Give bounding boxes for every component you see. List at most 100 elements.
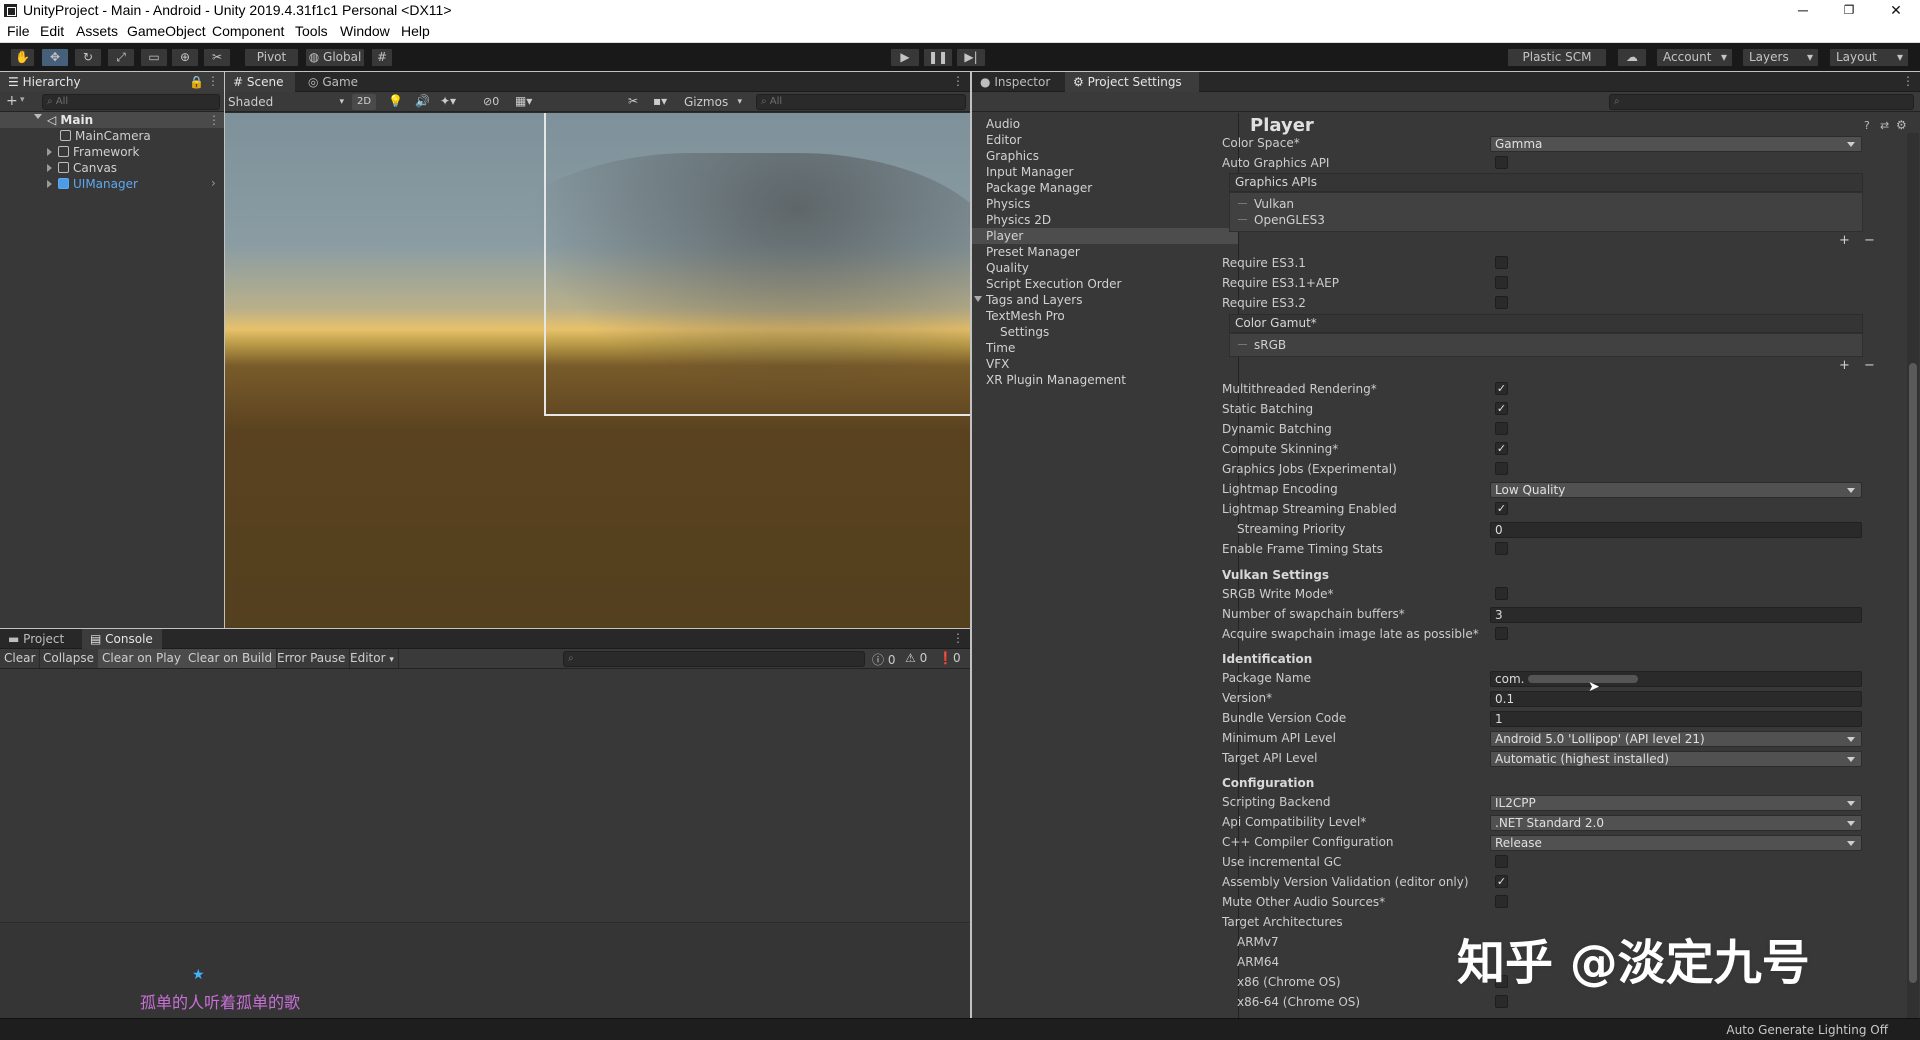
assembly-validation-checkbox[interactable]: ✓ bbox=[1495, 875, 1508, 888]
close-button[interactable]: ✕ bbox=[1873, 0, 1919, 21]
menu-tools[interactable]: Tools bbox=[295, 23, 328, 39]
scrollbar-thumb[interactable] bbox=[1909, 363, 1917, 983]
minimize-button[interactable]: ─ bbox=[1780, 0, 1826, 21]
menu-edit[interactable]: Edit bbox=[40, 23, 64, 39]
hidden-objects-toggle[interactable]: ⊘0 bbox=[483, 95, 499, 108]
expand-arrow-icon[interactable] bbox=[47, 164, 52, 172]
package-name-field[interactable]: com. bbox=[1490, 671, 1862, 687]
cloud-button[interactable]: ☁ bbox=[1617, 48, 1647, 67]
collapse-button[interactable]: Collapse bbox=[39, 649, 99, 668]
settings-search-input[interactable]: ⌕ bbox=[1609, 94, 1914, 110]
layout-dropdown[interactable]: Layout ▾ bbox=[1829, 48, 1909, 67]
static-batching-checkbox[interactable]: ✓ bbox=[1495, 402, 1508, 415]
tab-console[interactable]: ▤ Console bbox=[82, 629, 162, 649]
hand-tool-button[interactable]: ✋ bbox=[10, 48, 35, 67]
mute-audio-checkbox[interactable] bbox=[1495, 895, 1508, 908]
version-field[interactable]: 0.1 bbox=[1490, 691, 1862, 707]
editor-dropdown[interactable]: Editor ▾ bbox=[346, 649, 399, 668]
console-search-input[interactable]: ⌕ bbox=[563, 651, 865, 667]
settings-menu-icon[interactable]: ⋮ bbox=[1902, 74, 1914, 88]
frame-timing-checkbox[interactable] bbox=[1495, 542, 1508, 555]
gear-icon[interactable]: ⚙ bbox=[1896, 118, 1907, 132]
remove-graphics-api-button[interactable]: − bbox=[1864, 233, 1875, 249]
maximize-button[interactable]: ❐ bbox=[1826, 0, 1872, 21]
help-icon[interactable]: ? bbox=[1864, 119, 1870, 132]
account-dropdown[interactable]: Account ▾ bbox=[1656, 48, 1733, 67]
menu-component[interactable]: Component bbox=[212, 23, 284, 39]
tab-project[interactable]: ▬ Project bbox=[0, 629, 72, 649]
toggle-2d-button[interactable]: 2D bbox=[352, 94, 376, 110]
chevron-right-icon[interactable]: › bbox=[211, 176, 216, 190]
tab-scene[interactable]: # Scene bbox=[225, 72, 295, 92]
bundle-version-code-field[interactable]: 1 bbox=[1490, 711, 1862, 727]
color-space-dropdown[interactable]: Gamma bbox=[1490, 136, 1862, 152]
gizmos-dropdown[interactable]: Gizmos ▾ bbox=[684, 94, 746, 110]
arch-x86-64-checkbox[interactable] bbox=[1495, 995, 1508, 1008]
scene-viewport[interactable] bbox=[225, 113, 970, 628]
api-compatibility-dropdown[interactable]: .NET Standard 2.0 bbox=[1490, 815, 1862, 831]
hierarchy-menu-icon[interactable]: ⋮ bbox=[207, 74, 219, 88]
tools-icon[interactable]: ✂ bbox=[628, 94, 638, 108]
add-button[interactable]: + bbox=[6, 93, 18, 109]
console-log-area[interactable] bbox=[0, 669, 970, 923]
target-api-level-dropdown[interactable]: Automatic (highest installed) bbox=[1490, 751, 1862, 767]
shading-dropdown[interactable]: Shaded ▾ bbox=[228, 94, 346, 110]
menu-file[interactable]: File bbox=[7, 23, 30, 39]
custom-tool-button[interactable]: ✂ bbox=[203, 48, 231, 67]
scene-menu-icon[interactable]: ⋮ bbox=[208, 113, 220, 127]
warning-count-toggle[interactable]: ⚠ 0 bbox=[905, 651, 927, 665]
scene-menu-icon[interactable]: ⋮ bbox=[952, 74, 964, 88]
pivot-button[interactable]: Pivot bbox=[244, 48, 299, 67]
pause-button[interactable]: ❚❚ bbox=[923, 48, 953, 67]
hierarchy-item[interactable]: Canvas bbox=[47, 160, 117, 176]
rotate-tool-button[interactable]: ↻ bbox=[74, 48, 102, 67]
error-count-toggle[interactable]: ❗0 bbox=[938, 651, 961, 665]
plastic-scm-button[interactable]: Plastic SCM bbox=[1507, 48, 1607, 67]
lightmap-streaming-checkbox[interactable]: ✓ bbox=[1495, 502, 1508, 515]
transform-tool-button[interactable]: ⊕ bbox=[171, 48, 199, 67]
audio-icon[interactable]: 🔊 bbox=[415, 94, 430, 108]
swapchain-buffers-field[interactable]: 3 bbox=[1490, 607, 1862, 623]
tab-game[interactable]: ◎ Game bbox=[300, 72, 366, 92]
hierarchy-item[interactable]: Framework bbox=[47, 144, 139, 160]
incremental-gc-checkbox[interactable] bbox=[1495, 855, 1508, 868]
scene-search-input[interactable]: ⌕ All bbox=[756, 94, 966, 110]
expand-arrow-icon[interactable] bbox=[34, 114, 42, 123]
lightmap-encoding-dropdown[interactable]: Low Quality bbox=[1490, 482, 1862, 498]
acquire-late-checkbox[interactable] bbox=[1495, 627, 1508, 640]
menu-gameobject[interactable]: GameObject bbox=[127, 23, 206, 39]
hierarchy-item[interactable]: UIManager bbox=[47, 176, 138, 192]
scripting-backend-dropdown[interactable]: IL2CPP bbox=[1490, 795, 1862, 811]
move-tool-button[interactable]: ✥ bbox=[41, 48, 69, 67]
rect-tool-button[interactable]: ▭ bbox=[140, 48, 168, 67]
clear-on-play-button[interactable]: Clear on Play bbox=[98, 649, 186, 668]
log-count-toggle[interactable]: ⓘ 0 bbox=[872, 651, 895, 668]
hierarchy-item[interactable]: MainCamera bbox=[60, 128, 151, 144]
global-button[interactable]: ◍ Global bbox=[305, 48, 365, 67]
preset-icon[interactable]: ⇄ bbox=[1880, 119, 1889, 132]
graphics-jobs-checkbox[interactable] bbox=[1495, 462, 1508, 475]
auto-graphics-api-checkbox[interactable] bbox=[1495, 156, 1508, 169]
tab-project-settings[interactable]: ⚙ Project Settings bbox=[1065, 72, 1199, 92]
require-es32-checkbox[interactable] bbox=[1495, 296, 1508, 309]
dynamic-batching-checkbox[interactable] bbox=[1495, 422, 1508, 435]
effects-icon[interactable]: ✦▾ bbox=[440, 94, 456, 108]
lighting-icon[interactable]: 💡 bbox=[388, 94, 403, 108]
clear-on-build-button[interactable]: Clear on Build bbox=[184, 649, 278, 668]
add-graphics-api-button[interactable]: + bbox=[1839, 233, 1850, 249]
play-button[interactable]: ▶ bbox=[890, 48, 920, 67]
menu-window[interactable]: Window bbox=[340, 23, 390, 39]
srgb-write-checkbox[interactable] bbox=[1495, 587, 1508, 600]
step-button[interactable]: ▶| bbox=[956, 48, 986, 67]
remove-color-gamut-button[interactable]: − bbox=[1864, 358, 1875, 374]
cpp-compiler-config-dropdown[interactable]: Release bbox=[1490, 835, 1862, 851]
minimum-api-level-dropdown[interactable]: Android 5.0 'Lollipop' (API level 21) bbox=[1490, 731, 1862, 747]
menu-assets[interactable]: Assets bbox=[76, 23, 118, 39]
scale-tool-button[interactable]: ⤢ bbox=[107, 48, 135, 67]
require-es31-checkbox[interactable] bbox=[1495, 256, 1508, 269]
lighting-status-text[interactable]: Auto Generate Lighting Off bbox=[1726, 1023, 1888, 1037]
console-menu-icon[interactable]: ⋮ bbox=[952, 631, 964, 645]
camera-icon[interactable]: ▪▾ bbox=[653, 94, 667, 108]
scene-row[interactable]: ◁ Main ⋮ bbox=[0, 112, 224, 128]
color-gamut-item[interactable]: sRGB bbox=[1238, 337, 1286, 353]
